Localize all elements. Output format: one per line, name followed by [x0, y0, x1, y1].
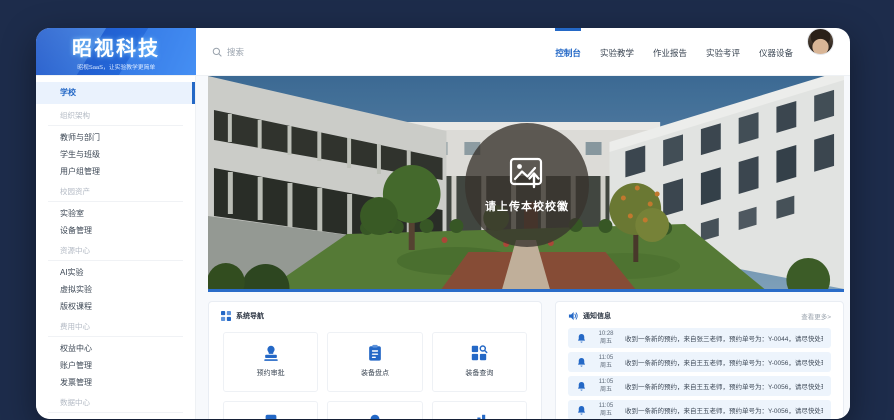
system-navigation-header: 系统导航: [209, 302, 541, 328]
sidebar-section-resource-center: 资源中心: [36, 245, 195, 257]
top-navigation: 控制台 实验教学 作业报告 实验考评 仪器设备: [555, 28, 793, 75]
notice-time: 11:05 周五: [594, 378, 618, 394]
dashboard-panels: 系统导航 预约审批: [208, 301, 844, 419]
search-icon: [212, 47, 222, 57]
notice-time: 10:28 周五: [594, 330, 618, 346]
divider: [48, 260, 183, 261]
stamp-icon: [262, 344, 280, 362]
notice-text: 收到一条新的预约，来自王五老师，预约单号为：Y-0056，请尽快处理。: [625, 357, 823, 367]
user-avatar[interactable]: [807, 28, 834, 55]
notice-row[interactable]: 11:05 周五 收到一条新的预约，来自王五老师，预约单号为：Y-0056，请尽…: [568, 352, 831, 372]
sidebar-item-invoice-management[interactable]: 发票管理: [36, 374, 195, 391]
bell-icon: [576, 405, 587, 416]
divider: [48, 125, 183, 126]
notice-row[interactable]: 11:05 周五 收到一条新的预约，来自王五老师，预约单号为：Y-0056，请尽…: [568, 400, 831, 419]
notice-panel-header: 通知信息 查看更多>: [556, 302, 843, 328]
sidebar-section-expense-center: 费用中心: [36, 321, 195, 333]
notice-list: 10:28 周五 收到一条新的预约，来自张三老师，预约单号为：Y-0044，请尽…: [556, 328, 843, 419]
tab-experiment-teaching[interactable]: 实验教学: [600, 28, 634, 76]
bell-icon: [366, 413, 384, 419]
campus-photo: 请上传本校校徽: [208, 76, 844, 289]
sidebar-item-user-groups[interactable]: 用户组管理: [36, 163, 195, 180]
bell-icon: [576, 333, 587, 344]
sidebar-item-students-classes[interactable]: 学生与班级: [36, 146, 195, 163]
app-logo[interactable]: 昭视科技 昭视SaaS，让实验教学更简单: [36, 28, 196, 75]
sidebar: 学校 组织架构 教师与部门 学生与班级 用户组管理 校园资产 实验室 设备管理 …: [36, 76, 196, 419]
sidebar-item-teachers-departments[interactable]: 教师与部门: [36, 129, 195, 146]
sidebar-item-laboratory[interactable]: 实验室: [36, 205, 195, 222]
divider: [48, 412, 183, 413]
tab-instrument-equipment[interactable]: 仪器设备: [759, 28, 793, 76]
grid-search-icon: [470, 344, 488, 362]
app-window: 昭视科技 昭视SaaS，让实验教学更简单 控制台 实验教学 作业报告 实验考评 …: [36, 28, 850, 419]
clipboard-icon: [366, 344, 384, 362]
upload-logo-button[interactable]: 请上传本校校徽: [465, 123, 589, 247]
divider: [48, 201, 183, 202]
tab-console[interactable]: 控制台: [555, 28, 581, 76]
notice-text: 收到一条新的预约，来自王五老师，预约单号为：Y-0056，请尽快处理。: [625, 405, 823, 415]
sidebar-item-licensed-courses[interactable]: 版权课程: [36, 298, 195, 315]
page-background: 昭视科技 昭视SaaS，让实验教学更简单 控制台 实验教学 作业报告 实验考评 …: [0, 0, 894, 420]
sidebar-item-account-management[interactable]: 账户管理: [36, 357, 195, 374]
nav-card-label: 预约审批: [257, 368, 285, 378]
tab-homework-report[interactable]: 作业报告: [653, 28, 687, 76]
notice-time: 11:05 周五: [594, 354, 618, 370]
main-content: 请上传本校校徽 系统导航: [196, 76, 850, 419]
notice-row[interactable]: 11:05 周五 收到一条新的预约，来自王五老师，预约单号为：Y-0056，请尽…: [568, 376, 831, 396]
notice-time: 11:05 周五: [594, 402, 618, 418]
view-more-link[interactable]: 查看更多>: [801, 311, 831, 321]
notice-text: 收到一条新的预约，来自王五老师，预约单号为：Y-0056，请尽快处理。: [625, 381, 823, 391]
upload-logo-label: 请上传本校校徽: [485, 198, 569, 214]
sidebar-item-equipment-management[interactable]: 设备管理: [36, 222, 195, 239]
panel-title: 系统导航: [236, 311, 264, 321]
search-input[interactable]: [227, 47, 397, 57]
hero-divider: [208, 289, 844, 292]
chart-icon: [470, 413, 488, 419]
notice-row[interactable]: 10:28 周五 收到一条新的预约，来自张三老师，预约单号为：Y-0044，请尽…: [568, 328, 831, 348]
bell-icon: [576, 357, 587, 368]
document-icon: [262, 413, 280, 419]
system-navigation-panel: 系统导航 预约审批: [208, 301, 542, 419]
sidebar-item-benefits-center[interactable]: 权益中心: [36, 340, 195, 357]
sidebar-item-school[interactable]: 学校: [36, 82, 195, 104]
divider: [48, 336, 183, 337]
sidebar-item-virtual-experiment[interactable]: 虚拟实验: [36, 281, 195, 298]
tab-experiment-assessment[interactable]: 实验考评: [706, 28, 740, 76]
nav-card-grid: 预约审批 装备盘点: [209, 328, 541, 419]
logo-subtitle: 昭视SaaS，让实验教学更简单: [36, 61, 196, 71]
sidebar-item-ai-experiment[interactable]: AI实验: [36, 264, 195, 281]
nav-card-inventory[interactable]: 装备盘点: [327, 332, 422, 392]
logo-title: 昭视科技: [36, 32, 196, 61]
nav-card-partial[interactable]: [432, 401, 527, 419]
image-upload-icon: [509, 157, 545, 189]
top-bar: 昭视科技 昭视SaaS，让实验教学更简单 控制台 实验教学 作业报告 实验考评 …: [36, 28, 850, 76]
nav-card-query[interactable]: 装备查询: [432, 332, 527, 392]
panel-title: 通知信息: [583, 311, 611, 321]
grid-icon: [221, 311, 231, 321]
sidebar-section-campus-assets: 校园资产: [36, 186, 195, 198]
nav-card-approval[interactable]: 预约审批: [223, 332, 318, 392]
nav-card-partial[interactable]: [327, 401, 422, 419]
nav-card-label: 装备查询: [465, 368, 493, 378]
body: 学校 组织架构 教师与部门 学生与班级 用户组管理 校园资产 实验室 设备管理 …: [36, 76, 850, 419]
bell-icon: [576, 381, 587, 392]
notice-text: 收到一条新的预约，来自张三老师，预约单号为：Y-0044，请尽快处理。: [625, 333, 823, 343]
nav-card-partial[interactable]: [223, 401, 318, 419]
speaker-icon: [568, 311, 578, 321]
notice-panel: 通知信息 查看更多> 10:28 周五: [555, 301, 844, 419]
sidebar-item-system-overview[interactable]: 系统概况: [36, 416, 195, 419]
sidebar-section-org: 组织架构: [36, 110, 195, 122]
sidebar-section-data-center: 数据中心: [36, 397, 195, 409]
nav-card-label: 装备盘点: [361, 368, 389, 378]
search-box: [196, 28, 555, 75]
